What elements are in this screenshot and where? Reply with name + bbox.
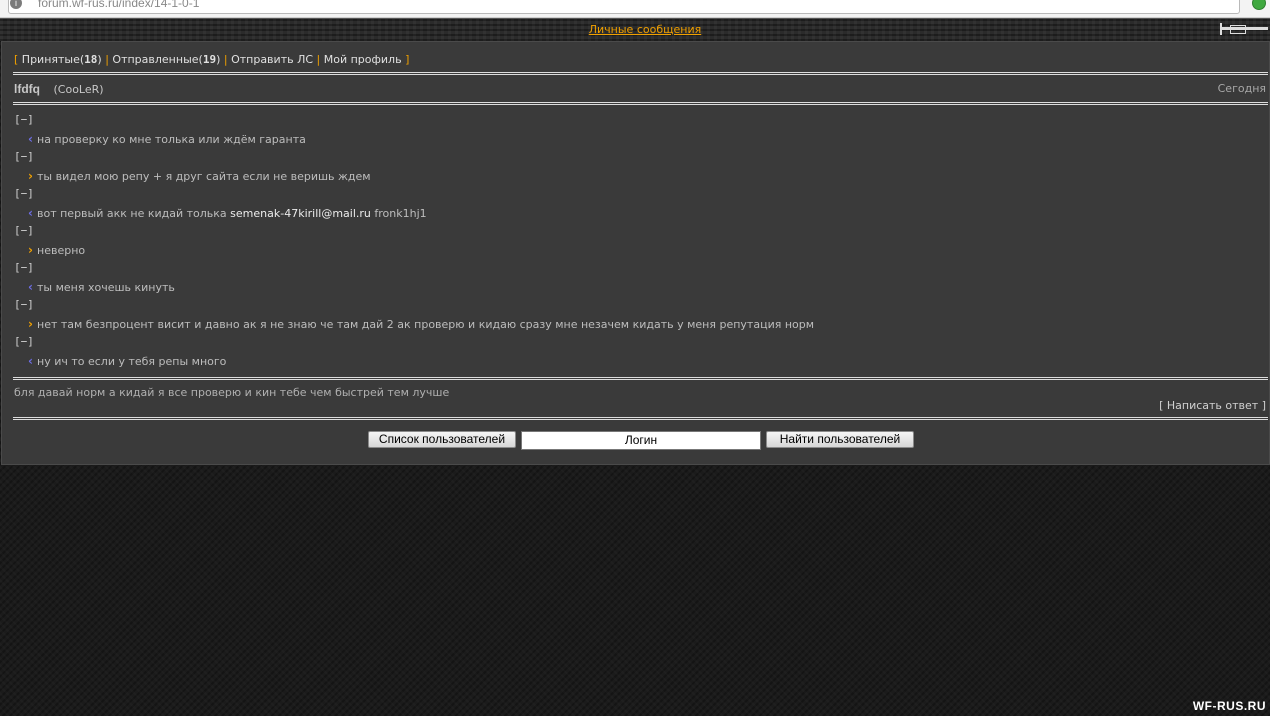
- message-text: неверно: [37, 243, 86, 257]
- collapse-toggle[interactable]: [−]: [14, 113, 814, 132]
- window-control-icon[interactable]: [1220, 22, 1270, 36]
- message-item: › нет там безпроцент висит и давно ак я н…: [14, 317, 814, 336]
- toggle-label[interactable]: [−]: [14, 261, 34, 274]
- divider: [13, 72, 1268, 75]
- message-text: ну ич то если у тебя репы много: [37, 354, 227, 368]
- toggle-label[interactable]: [−]: [14, 335, 34, 348]
- incoming-arrow-icon: ‹: [28, 353, 33, 368]
- received-link[interactable]: Принятые(18): [22, 53, 102, 66]
- control-box: [1230, 25, 1246, 34]
- reply-text: бля давай норм а кидай я все проверю и к…: [14, 386, 450, 399]
- title-bar: Личные сообщения: [0, 18, 1270, 42]
- send-pm-link[interactable]: Отправить ЛС: [231, 53, 313, 66]
- divider: [13, 417, 1268, 420]
- message-text: ты меня хочешь кинуть: [37, 280, 175, 294]
- sent-count: 19: [202, 53, 217, 66]
- received-label: Принятые: [21, 53, 80, 66]
- collapse-toggle[interactable]: [−]: [14, 187, 814, 206]
- outgoing-arrow-icon: ›: [28, 242, 33, 257]
- user-search-bar: Список пользователей Логин Найти пользов…: [2, 431, 1270, 451]
- outgoing-arrow-icon: ›: [28, 316, 33, 331]
- divider: [13, 377, 1268, 380]
- collapse-toggle[interactable]: [−]: [14, 150, 814, 169]
- extension-icon[interactable]: [1252, 0, 1266, 10]
- received-count: 18: [84, 53, 98, 66]
- site-watermark: WF-RUS.RU: [1192, 699, 1266, 713]
- divider: [13, 102, 1268, 105]
- toggle-label[interactable]: [−]: [14, 187, 34, 200]
- toggle-label[interactable]: [−]: [14, 113, 34, 126]
- separator: |: [316, 53, 324, 66]
- bracket: [: [14, 53, 22, 66]
- incoming-arrow-icon: ‹: [28, 279, 33, 294]
- pm-navigation: [ Принятые(18) | Отправленные(19) | Отпр…: [14, 53, 409, 66]
- message-item: ‹ вот первый акк не кидай толька semenak-…: [14, 206, 814, 225]
- toggle-label[interactable]: [−]: [14, 298, 34, 311]
- toggle-label[interactable]: [−]: [14, 224, 34, 237]
- message-item: ‹ ты меня хочешь кинуть: [14, 280, 814, 299]
- find-users-button[interactable]: Найти пользователей: [766, 431, 914, 448]
- message-item: › ты видел мою репу + я друг сайта если н…: [14, 169, 814, 188]
- toggle-label[interactable]: [−]: [14, 150, 34, 163]
- sent-label: Отправленные: [112, 53, 199, 66]
- write-reply-link[interactable]: [ Написать ответ ]: [1159, 399, 1266, 412]
- message-item: › неверно: [14, 243, 814, 262]
- collapse-toggle[interactable]: [−]: [14, 335, 814, 354]
- message-item: ‹ на проверку ко мне толька или ждём гара…: [14, 132, 814, 151]
- user-list-button[interactable]: Список пользователей: [368, 431, 516, 448]
- message-text: ты видел мою репу + я друг сайта если не…: [37, 169, 371, 183]
- message-date: Сегодня: [1217, 82, 1266, 95]
- outgoing-arrow-icon: ›: [28, 168, 33, 183]
- username[interactable]: lfdfq: [14, 82, 40, 96]
- separator: |: [223, 53, 232, 66]
- browser-address-bar: i forum.wf-rus.ru/index/14-1-0-1: [0, 0, 1270, 18]
- url-text[interactable]: forum.wf-rus.ru/index/14-1-0-1: [38, 0, 199, 10]
- message-extra: fronk1hj1: [370, 206, 427, 220]
- my-profile-link[interactable]: Мой профиль: [324, 53, 402, 66]
- message-item: ‹ ну ич то если у тебя репы много: [14, 354, 814, 373]
- message-thread: [−] ‹ на проверку ко мне толька или ждём г…: [14, 113, 814, 372]
- message-text: на проверку ко мне толька или ждём гаран…: [37, 132, 306, 146]
- incoming-arrow-icon: ‹: [28, 131, 33, 146]
- message-text: вот первый акк не кидай толька: [37, 206, 231, 220]
- sent-link[interactable]: Отправленные(19): [112, 53, 220, 66]
- collapse-toggle[interactable]: [−]: [14, 261, 814, 280]
- control-bar: [1220, 23, 1222, 35]
- message-text: нет там безпроцент висит и давно ак я не…: [37, 317, 815, 331]
- login-input[interactable]: Логин: [521, 431, 761, 450]
- collapse-toggle[interactable]: [−]: [14, 224, 814, 243]
- user-alias: (CooLeR): [53, 83, 104, 96]
- incoming-arrow-icon: ‹: [28, 205, 33, 220]
- conversation-header: lfdfq (CooLeR): [14, 82, 104, 96]
- private-messages-link[interactable]: Личные сообщения: [0, 23, 1270, 36]
- message-email: semenak-47kirill@mail.ru: [230, 206, 371, 220]
- collapse-toggle[interactable]: [−]: [14, 298, 814, 317]
- messages-panel: [ Принятые(18) | Отправленные(19) | Отпр…: [1, 41, 1270, 465]
- bracket: ]: [405, 53, 410, 66]
